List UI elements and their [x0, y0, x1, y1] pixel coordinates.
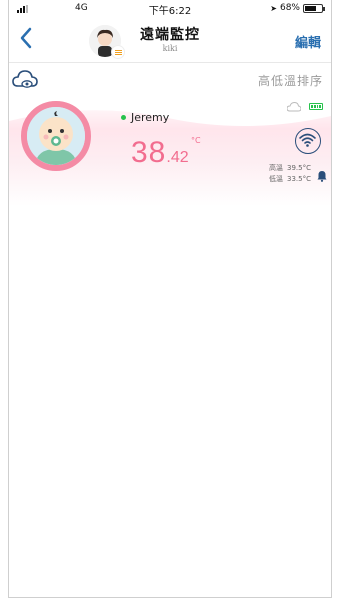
page-subtitle: kiki	[162, 44, 178, 53]
cloud-view-button[interactable]	[12, 69, 38, 91]
high-temp-label: 高溫	[269, 164, 284, 172]
temperature-reading: 38.42	[131, 136, 189, 170]
battery-percent: 68%	[279, 3, 300, 13]
cloud-eye-icon	[12, 70, 38, 88]
baby-avatar	[21, 101, 91, 171]
toolbar: 高低溫排序	[9, 62, 331, 96]
edit-button[interactable]: 編輯	[295, 32, 321, 51]
battery-icon	[303, 3, 325, 13]
wifi-button[interactable]	[295, 128, 321, 154]
wifi-icon	[299, 133, 316, 147]
high-temp-value: 39.5°C	[287, 164, 311, 172]
cloud-sync-icon	[287, 102, 301, 112]
temperature-thresholds: 高溫 39.5°C 低溫 33.5°C	[269, 163, 311, 185]
sort-by-temp-button[interactable]: 高低溫排序	[258, 72, 323, 89]
alarm-bell-icon[interactable]	[317, 170, 327, 182]
device-battery-icon	[309, 103, 323, 110]
temperature-decimal: .42	[166, 149, 189, 166]
temperature-unit: °C	[191, 136, 201, 145]
low-temp-value: 33.5°C	[287, 175, 311, 183]
page-title: 遠端監控	[140, 27, 200, 43]
location-arrow-icon: ➤	[270, 3, 277, 13]
low-temp-label: 低溫	[269, 175, 284, 183]
nav-bar: 遠端監控 kiki 編輯	[9, 18, 331, 62]
online-status-dot	[121, 115, 126, 120]
temperature-integer: 38	[131, 136, 167, 169]
device-name-row: Jeremy	[121, 111, 169, 124]
device-card[interactable]: Jeremy 38.42 °C 高溫 39.5°C 低溫 33.5°C	[9, 96, 331, 206]
status-bar: 4G 下午6:22 ➤ 68%	[9, 0, 331, 18]
baby-illustration	[27, 107, 85, 165]
app-screen: 4G 下午6:22 ➤ 68% 遠端監控 kiki 編輯 高低溫排序 Jerem…	[8, 0, 332, 598]
device-name: Jeremy	[131, 111, 170, 124]
